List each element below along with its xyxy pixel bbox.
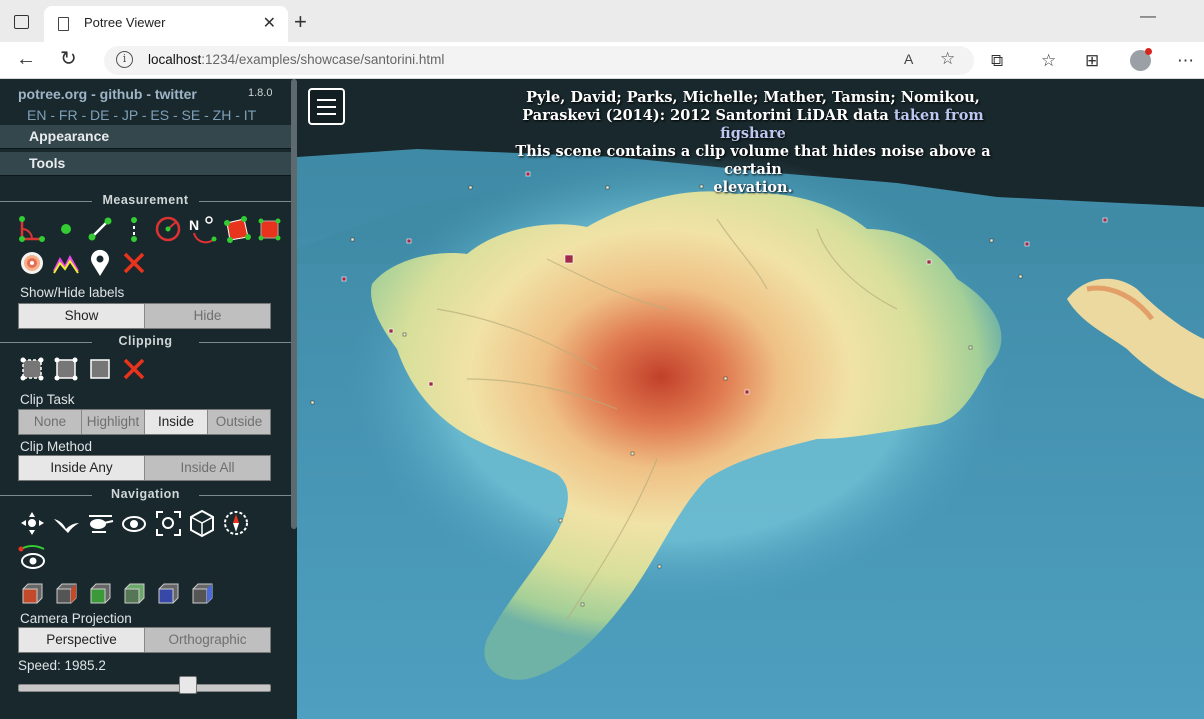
read-aloud-icon[interactable]: A (904, 51, 913, 67)
info-icon[interactable]: i (116, 51, 133, 68)
distance-icon[interactable] (86, 215, 115, 244)
labels-toggle-group: Show Hide (18, 303, 271, 329)
view-presets (18, 579, 217, 608)
back-view-icon[interactable] (188, 579, 217, 608)
measurement-tools-row2 (18, 249, 149, 278)
tab-actions-icon[interactable] (14, 15, 29, 29)
navigation-modes (18, 509, 251, 538)
clip-task-none-button[interactable]: None (19, 410, 82, 434)
clip-screen-box-icon[interactable] (86, 355, 115, 384)
remove-all-measurements-icon[interactable] (120, 249, 149, 278)
collections-icon[interactable]: ⊞ (1085, 51, 1099, 71)
clip-method-inside-any-button[interactable]: Inside Any (19, 456, 145, 480)
svg-text:N: N (189, 217, 199, 233)
height-icon[interactable] (120, 215, 149, 244)
potree-sidebar: potree.org - github - twitter 1.8.0 EN -… (0, 79, 297, 719)
address-bar[interactable]: i localhost:1234/examples/showcase/santo… (104, 46, 974, 75)
caption-line-2: Paraskevi (2014): 2012 Santorini LiDAR d… (522, 107, 894, 124)
remove-clipping-icon[interactable] (120, 355, 149, 384)
notification-dot (1145, 48, 1152, 55)
fly-controls-icon[interactable] (52, 509, 81, 538)
top-view-icon[interactable] (86, 579, 115, 608)
orthographic-button[interactable]: Orthographic (145, 628, 270, 652)
camera-projection-label: Camera Projection (20, 611, 132, 626)
browser-tab[interactable]: Potree Viewer ✕ (44, 6, 288, 42)
orbit-controls-icon[interactable] (120, 509, 149, 538)
clip-task-highlight-button[interactable]: Highlight (82, 410, 145, 434)
sphere-volume-icon[interactable] (18, 249, 47, 278)
height-profile-icon[interactable] (52, 249, 81, 278)
camera-animation-icon[interactable] (18, 543, 47, 572)
point-icon[interactable] (52, 215, 81, 244)
clip-task-inside-button[interactable]: Inside (145, 410, 208, 434)
page-icon (58, 17, 69, 31)
extensions-icon[interactable]: ⧉ (991, 51, 1003, 71)
azimuth-icon[interactable]: N (188, 215, 217, 244)
compass-icon[interactable] (222, 509, 251, 538)
close-tab-icon[interactable]: ✕ (263, 13, 276, 33)
speed-slider-thumb[interactable] (179, 676, 197, 694)
minimize-icon[interactable]: — (1140, 8, 1156, 26)
measurement-tools: N (18, 215, 285, 244)
navigation-title: Navigation (0, 487, 291, 501)
clip-method-group: Inside Any Inside All (18, 455, 271, 481)
area-icon[interactable] (222, 215, 251, 244)
favorites-icon[interactable]: ☆ (1041, 51, 1056, 71)
focus-icon[interactable] (154, 509, 183, 538)
reload-button[interactable]: ↻ (60, 48, 77, 70)
browser-tab-bar: Potree Viewer ✕ + — (0, 0, 1204, 42)
header-links[interactable]: potree.org - github - twitter (18, 86, 197, 102)
clipping-title: Clipping (0, 334, 291, 348)
labels-toggle-label: Show/Hide labels (20, 285, 125, 300)
clip-polygon-icon[interactable] (52, 355, 81, 384)
new-tab-button[interactable]: + (294, 9, 307, 35)
clip-method-inside-all-button[interactable]: Inside All (145, 456, 270, 480)
point-cloud-viewer[interactable]: Pyle, David; Parks, Michelle; Mather, Ta… (297, 79, 1204, 719)
angle-icon[interactable] (18, 215, 47, 244)
favorite-add-icon[interactable]: ☆ (940, 49, 955, 69)
right-view-icon[interactable] (154, 579, 183, 608)
profile-avatar[interactable] (1130, 48, 1152, 71)
clipping-tools (18, 355, 149, 384)
appearance-accordion[interactable]: Appearance (0, 125, 291, 149)
left-view-icon[interactable] (18, 579, 47, 608)
clip-method-label: Clip Method (20, 439, 93, 454)
hide-labels-button[interactable]: Hide (145, 304, 270, 328)
tab-title: Potree Viewer (84, 15, 166, 30)
clip-volume-icon[interactable] (18, 355, 47, 384)
caption-line-1: Pyle, David; Parks, Michelle; Mather, Ta… (526, 89, 980, 106)
navigation-modes-row2 (18, 543, 47, 572)
language-links[interactable]: EN - FR - DE - JP - ES - SE - ZH - IT (27, 107, 256, 123)
perspective-button[interactable]: Perspective (19, 628, 145, 652)
browser-toolbar: ← ↻ i localhost:1234/examples/showcase/s… (0, 42, 1204, 79)
camera-projection-group: Perspective Orthographic (18, 627, 271, 653)
url-path: :1234/examples/showcase/santorini.html (201, 52, 445, 67)
bottom-view-icon[interactable] (120, 579, 149, 608)
clip-task-label: Clip Task (20, 392, 75, 407)
show-labels-button[interactable]: Show (19, 304, 145, 328)
clip-task-outside-button[interactable]: Outside (208, 410, 270, 434)
menu-toggle-button[interactable] (308, 88, 345, 125)
back-button[interactable]: ← (16, 48, 36, 70)
caption-line-4: elevation. (713, 179, 793, 196)
earth-controls-icon[interactable] (18, 509, 47, 538)
version-label: 1.8.0 (248, 87, 273, 99)
annotation-icon[interactable] (86, 249, 115, 278)
scene-description: Pyle, David; Parks, Michelle; Mather, Ta… (503, 89, 1003, 197)
helicopter-controls-icon[interactable] (86, 509, 115, 538)
front-view-icon[interactable] (52, 579, 81, 608)
caption-line-3: This scene contains a clip volume that h… (515, 143, 991, 178)
volume-icon[interactable] (256, 215, 285, 244)
url-host: localhost (148, 52, 202, 67)
circle-icon[interactable] (154, 215, 183, 244)
more-menu-icon[interactable]: ⋯ (1177, 51, 1194, 71)
measurement-title: Measurement (0, 193, 291, 207)
speed-label: Speed: 1985.2 (18, 658, 106, 673)
clip-task-group: None Highlight Inside Outside (18, 409, 271, 435)
tools-accordion[interactable]: Tools (0, 152, 291, 176)
full-extent-icon[interactable] (188, 509, 217, 538)
speed-slider[interactable] (18, 684, 271, 692)
